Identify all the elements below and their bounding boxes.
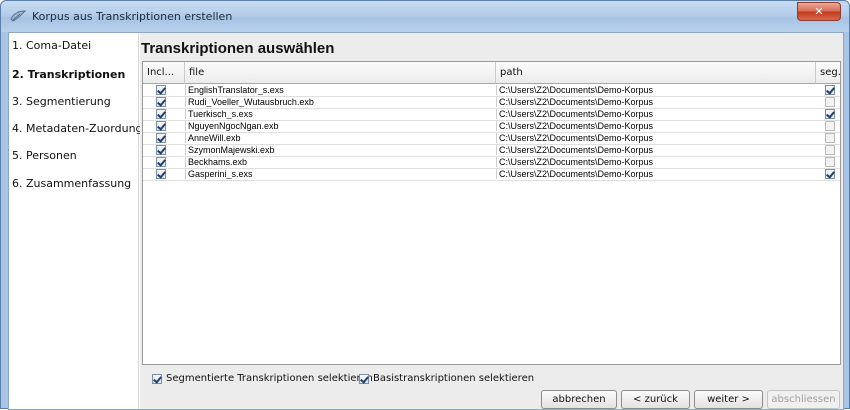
path-cell: C:\Users\Z2\Documents\Demo-Korpus <box>496 85 816 95</box>
table-row[interactable]: AnneWill.exb C:\Users\Z2\Documents\Demo-K… <box>143 133 840 143</box>
page-title: Transkriptionen auswählen <box>141 40 335 57</box>
window-title: Korpus aus Transkriptionen erstellen <box>32 10 233 23</box>
include-checkbox[interactable] <box>156 85 166 95</box>
include-checkbox[interactable] <box>156 97 166 107</box>
file-cell: Tuerkisch_s.exs <box>185 109 495 119</box>
file-cell: Beckhams.exb <box>185 157 495 167</box>
path-cell: C:\Users\Z2\Documents\Demo-Korpus <box>496 109 816 119</box>
include-checkbox[interactable] <box>156 157 166 167</box>
path-cell: C:\Users\Z2\Documents\Demo-Korpus <box>496 121 816 131</box>
column-header-path[interactable]: path <box>496 62 816 84</box>
table-row[interactable]: SzymonMajewski.exb C:\Users\Z2\Documents\… <box>143 145 840 155</box>
close-button[interactable]: ✕ <box>797 2 841 21</box>
select-segmented-label: Segmentierte Transkriptionen selektieren <box>166 373 373 384</box>
file-cell: Gasperini_s.exs <box>185 169 495 179</box>
segmented-checkbox[interactable] <box>825 97 835 107</box>
cancel-button[interactable]: abbrechen <box>541 390 617 409</box>
segmented-checkbox[interactable] <box>825 157 835 167</box>
step-zusammenfassung[interactable]: 6. Zusammenfassung <box>12 177 131 190</box>
next-button[interactable]: weiter > <box>694 390 763 409</box>
select-segmented-checkbox[interactable] <box>152 374 162 384</box>
file-cell: EnglishTranslator_s.exs <box>185 85 495 95</box>
transcriptions-table: Incl... file path seg... EnglishTranslat… <box>142 61 841 365</box>
column-header-file[interactable]: file <box>185 62 496 84</box>
select-basic-label: Basistranskriptionen selektieren <box>373 373 535 384</box>
finish-button[interactable]: abschliessen <box>767 390 840 409</box>
step-metadaten-zuordung[interactable]: 4. Metadaten-Zuordung <box>12 122 143 135</box>
select-basic-checkbox[interactable] <box>359 374 369 384</box>
step-coma-datei[interactable]: 1. Coma-Datei <box>12 39 91 52</box>
file-cell: NguyenNgocNgan.exb <box>185 121 495 131</box>
table-row[interactable]: Tuerkisch_s.exs C:\Users\Z2\Documents\Dem… <box>143 109 840 119</box>
table-header: Incl... file path seg... <box>143 62 840 84</box>
app-icon <box>10 10 26 22</box>
title-bar[interactable]: Korpus aus Transkriptionen erstellen ✕ <box>1 1 849 32</box>
include-checkbox[interactable] <box>156 133 166 143</box>
row-divider <box>143 180 840 181</box>
segmented-checkbox[interactable] <box>825 133 835 143</box>
include-checkbox[interactable] <box>156 109 166 119</box>
back-button[interactable]: < zurück <box>621 390 690 409</box>
file-cell: SzymonMajewski.exb <box>185 145 495 155</box>
path-cell: C:\Users\Z2\Documents\Demo-Korpus <box>496 145 816 155</box>
file-cell: AnneWill.exb <box>185 133 495 143</box>
step-transkriptionen[interactable]: 2. Transkriptionen <box>12 68 125 81</box>
segmented-checkbox[interactable] <box>825 109 835 119</box>
include-checkbox[interactable] <box>156 145 166 155</box>
path-cell: C:\Users\Z2\Documents\Demo-Korpus <box>496 157 816 167</box>
column-header-seg[interactable]: seg... <box>816 62 840 84</box>
segmented-checkbox[interactable] <box>825 145 835 155</box>
segmented-checkbox[interactable] <box>825 121 835 131</box>
column-header-incl[interactable]: Incl... <box>143 62 185 84</box>
wizard-window: Korpus aus Transkriptionen erstellen ✕ 1… <box>0 0 850 410</box>
segmented-checkbox[interactable] <box>825 85 835 95</box>
table-row[interactable]: Rudi_Voeller_Wutausbruch.exb C:\Users\Z2\… <box>143 97 840 107</box>
table-row[interactable]: NguyenNgocNgan.exb C:\Users\Z2\Documents\… <box>143 121 840 131</box>
selection-bar: Segmentierte Transkriptionen selektieren… <box>140 370 843 390</box>
include-checkbox[interactable] <box>156 169 166 179</box>
wizard-steps-sidebar: 1. Coma-Datei 2. Transkriptionen 3. Segm… <box>9 33 143 409</box>
segmented-checkbox[interactable] <box>825 169 835 179</box>
path-cell: C:\Users\Z2\Documents\Demo-Korpus <box>496 133 816 143</box>
close-icon: ✕ <box>814 5 824 18</box>
step-personen[interactable]: 5. Personen <box>12 149 77 162</box>
file-cell: Rudi_Voeller_Wutausbruch.exb <box>185 97 495 107</box>
path-cell: C:\Users\Z2\Documents\Demo-Korpus <box>496 169 816 179</box>
table-row[interactable]: Beckhams.exb C:\Users\Z2\Documents\Demo-K… <box>143 157 840 167</box>
table-row[interactable]: Gasperini_s.exs C:\Users\Z2\Documents\Dem… <box>143 169 840 179</box>
table-row[interactable]: EnglishTranslator_s.exs C:\Users\Z2\Docum… <box>143 85 840 95</box>
include-checkbox[interactable] <box>156 121 166 131</box>
path-cell: C:\Users\Z2\Documents\Demo-Korpus <box>496 97 816 107</box>
wizard-client: 1. Coma-Datei 2. Transkriptionen 3. Segm… <box>8 32 844 410</box>
step-segmentierung[interactable]: 3. Segmentierung <box>12 95 111 108</box>
main-panel: Transkriptionen auswählen Incl... file p… <box>140 33 843 409</box>
